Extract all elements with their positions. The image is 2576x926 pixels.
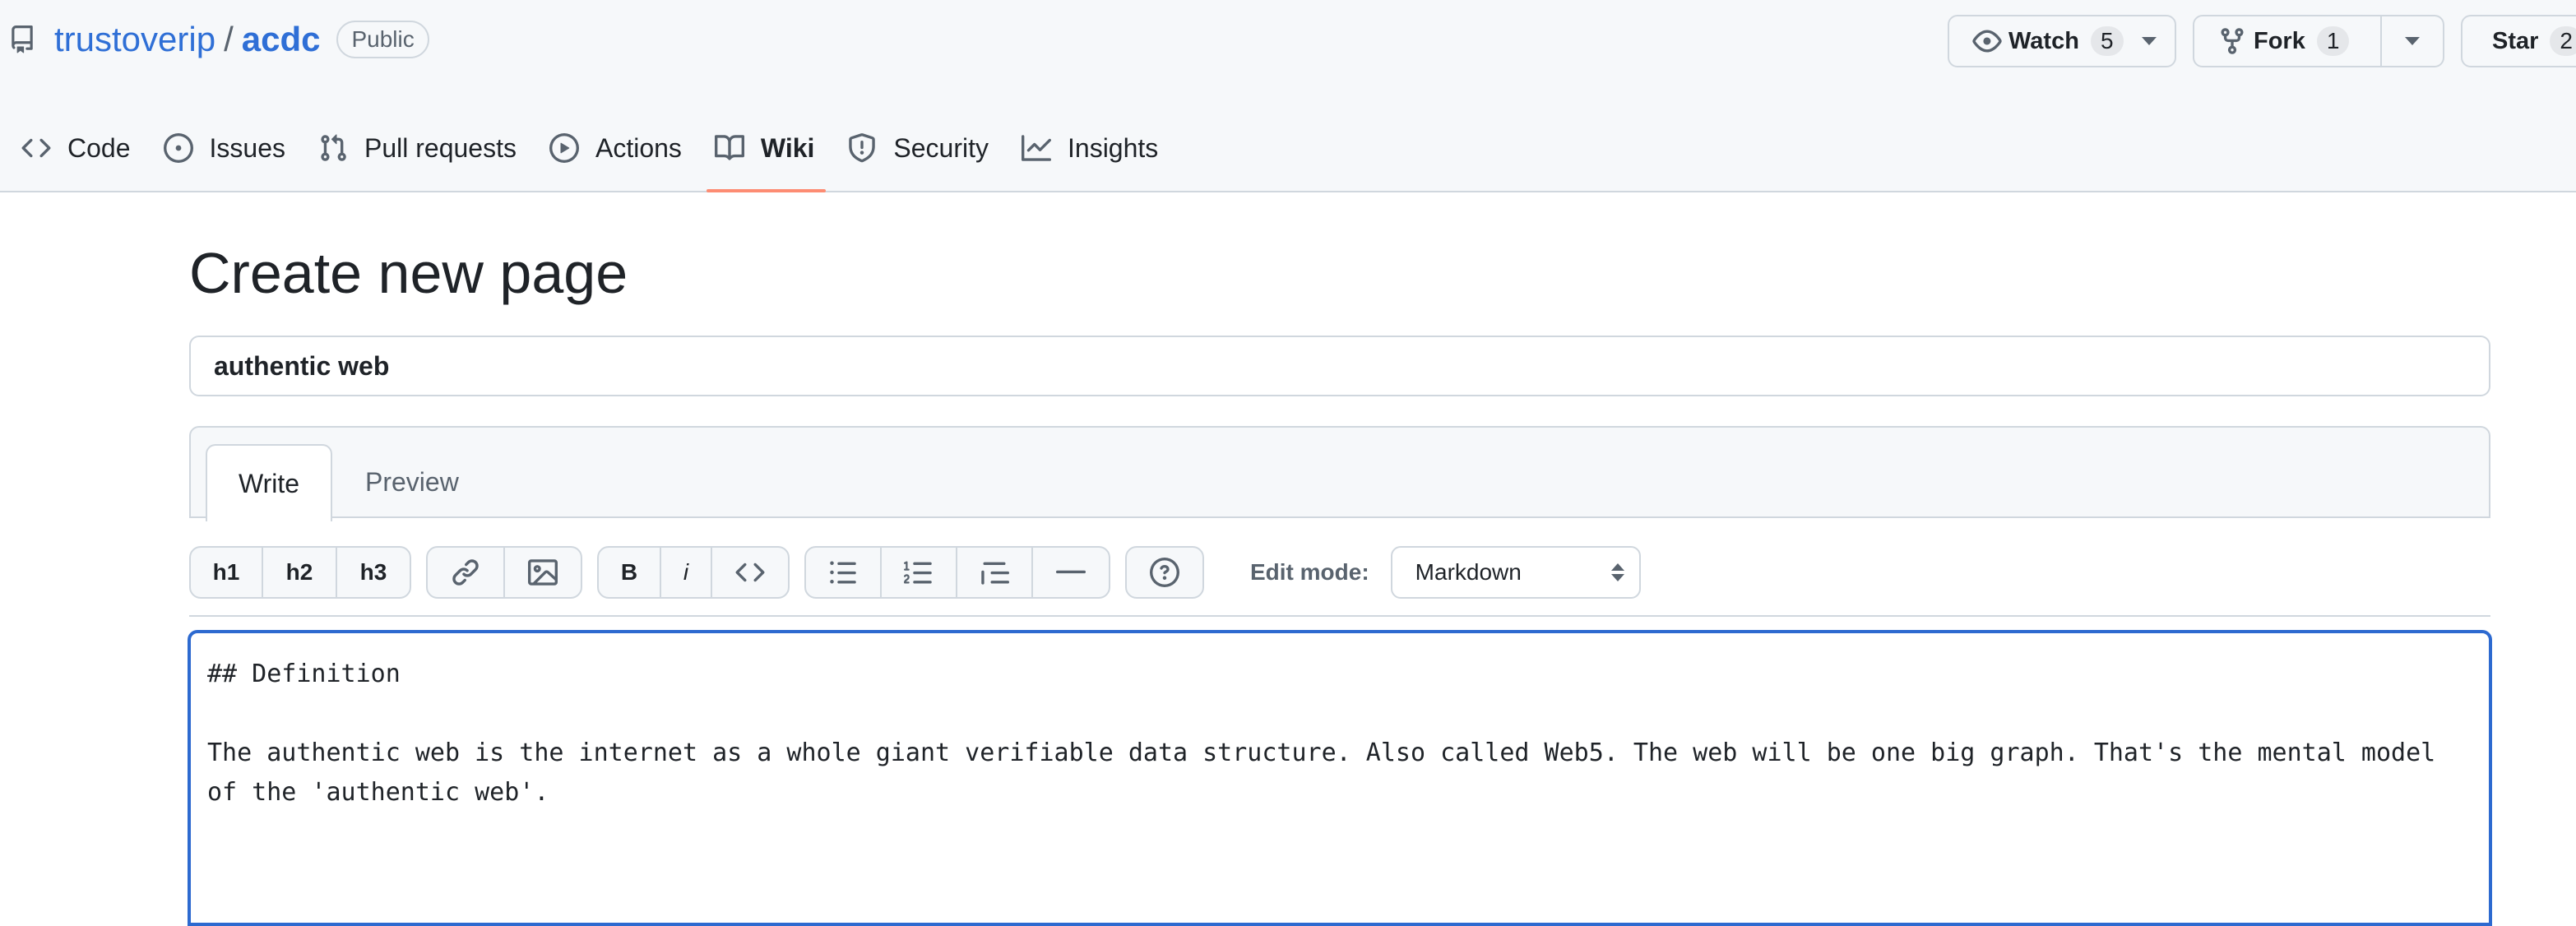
markdown-toolbar: h1 h2 h3 B i Edit mode: Markdown <box>189 546 1641 599</box>
page-title: Create new page <box>189 241 628 305</box>
h3-button[interactable]: h3 <box>337 548 410 597</box>
tab-pull-requests[interactable]: Pull requests <box>297 120 528 176</box>
tab-security[interactable]: Security <box>826 120 1000 176</box>
link-button[interactable] <box>428 548 505 597</box>
page-title-input[interactable] <box>189 336 2490 396</box>
tab-code[interactable]: Code <box>0 120 142 176</box>
graph-icon <box>1022 135 1051 161</box>
repo-header: trustoverip / acdc Public Watch 5 Fork 1… <box>0 0 2576 192</box>
fork-dropdown-button[interactable] <box>2382 15 2444 67</box>
repo-forked-icon <box>2221 28 2244 54</box>
watch-count: 5 <box>2090 26 2124 56</box>
heading-group: h1 h2 h3 <box>189 546 411 599</box>
tab-security-label: Security <box>893 132 989 163</box>
chevron-down-icon <box>2141 37 2157 45</box>
tab-write[interactable]: Write <box>206 444 332 521</box>
image-button[interactable] <box>505 548 581 597</box>
unordered-list-icon <box>830 561 856 584</box>
repo-icon <box>12 25 33 53</box>
fork-button[interactable]: Fork 1 <box>2193 15 2382 67</box>
repo-owner-link[interactable]: trustoverip <box>54 20 215 59</box>
tab-pull-requests-label: Pull requests <box>364 132 517 163</box>
chevron-down-icon <box>2405 37 2420 45</box>
tab-wiki[interactable]: Wiki <box>693 120 827 192</box>
code-icon <box>21 138 51 158</box>
issue-opened-icon <box>163 133 193 163</box>
visibility-badge: Public <box>336 21 429 58</box>
question-icon <box>1150 558 1179 587</box>
edit-mode-label: Edit mode: <box>1250 559 1369 585</box>
repo-actions: Watch 5 Fork 1 Star 2 <box>1948 15 2576 67</box>
help-group <box>1125 546 1204 599</box>
tab-issues-label: Issues <box>209 132 285 163</box>
watch-label: Watch <box>2008 27 2079 54</box>
book-icon <box>714 135 744 160</box>
repo-breadcrumb: trustoverip / acdc Public <box>8 16 429 63</box>
tab-actions[interactable]: Actions <box>528 120 693 176</box>
format-group: B i <box>597 546 790 599</box>
help-button[interactable] <box>1127 548 1202 597</box>
ordered-list-icon <box>904 561 932 584</box>
unordered-list-button[interactable] <box>806 548 882 597</box>
tab-code-label: Code <box>67 132 131 163</box>
list-group <box>804 546 1110 599</box>
edit-mode-select[interactable]: Markdown <box>1390 546 1641 599</box>
tab-wiki-label: Wiki <box>760 132 815 163</box>
code-icon <box>735 563 765 582</box>
tab-insights-label: Insights <box>1068 132 1159 163</box>
insert-group <box>426 546 582 599</box>
task-list-button[interactable] <box>957 548 1033 597</box>
breadcrumb-separator: / <box>224 20 234 58</box>
toolbar-divider <box>189 615 2490 617</box>
shield-icon <box>849 133 876 163</box>
play-icon <box>549 133 579 163</box>
bold-button[interactable]: B <box>599 548 661 597</box>
star-count: 2 <box>2550 26 2576 56</box>
editor-tabs: Write Preview <box>189 426 2490 521</box>
repo-nav: Code Issues Pull requests Actions Wiki S… <box>0 120 1170 192</box>
eye-icon <box>1972 30 2002 53</box>
select-arrows-icon <box>1610 563 1624 581</box>
wiki-content-editor[interactable]: ## Definition The authentic web is the i… <box>188 630 2492 926</box>
ordered-list-button[interactable] <box>882 548 957 597</box>
blockquote-icon <box>981 562 1009 585</box>
code-button[interactable] <box>712 548 788 597</box>
tab-insights[interactable]: Insights <box>1000 120 1170 176</box>
horizontal-rule-icon <box>1056 570 1086 574</box>
fork-label: Fork <box>2254 27 2305 54</box>
tab-issues[interactable]: Issues <box>142 120 297 176</box>
tab-actions-label: Actions <box>595 132 682 163</box>
h1-button[interactable]: h1 <box>191 548 263 597</box>
image-icon <box>528 559 558 586</box>
edit-mode-value: Markdown <box>1415 559 1522 585</box>
git-pull-request-icon <box>321 134 346 161</box>
italic-button[interactable]: i <box>661 548 712 597</box>
repo-name-link[interactable]: acdc <box>242 20 321 59</box>
fork-button-group: Fork 1 <box>2193 15 2444 67</box>
link-icon <box>452 559 479 586</box>
star-label: Star <box>2492 27 2539 54</box>
tab-preview[interactable]: Preview <box>365 444 459 520</box>
star-button[interactable]: Star 2 <box>2461 15 2576 67</box>
fork-count: 1 <box>2316 26 2350 56</box>
horizontal-rule-button[interactable] <box>1033 548 1109 597</box>
h2-button[interactable]: h2 <box>263 548 337 597</box>
watch-button[interactable]: Watch 5 <box>1948 15 2176 67</box>
